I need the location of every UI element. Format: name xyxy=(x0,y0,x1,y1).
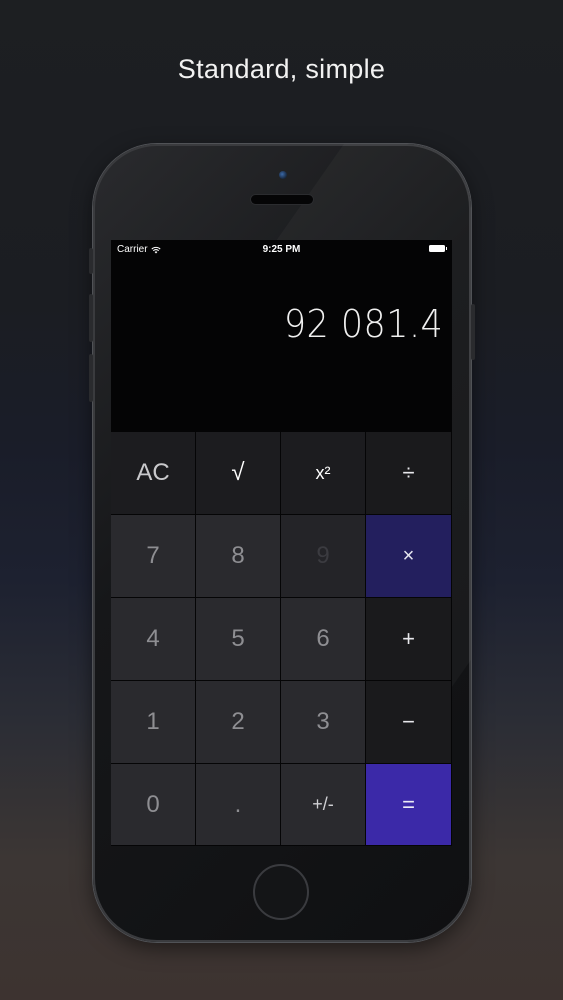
digit-4-button[interactable]: 4 xyxy=(111,598,196,681)
status-bar: Carrier 9:25 PM xyxy=(111,240,452,260)
decimal-button[interactable]: . xyxy=(196,764,281,846)
status-time: 9:25 PM xyxy=(262,244,301,255)
digit-5-button[interactable]: 5 xyxy=(196,598,281,681)
volume-up-button xyxy=(89,294,93,342)
minus-button[interactable]: − xyxy=(366,681,452,764)
result-display: 92 081.4 xyxy=(283,302,443,346)
digit-0-button[interactable]: 0 xyxy=(111,764,196,846)
digit-1-button[interactable]: 1 xyxy=(111,681,196,764)
front-camera xyxy=(279,171,287,179)
equals-button[interactable]: = xyxy=(366,764,452,846)
phone-frame: Carrier 9:25 PM 92 081.4 AC √ x² ÷ 7 8 9… xyxy=(89,144,475,942)
digit-2-button[interactable]: 2 xyxy=(196,681,281,764)
digit-3-button[interactable]: 3 xyxy=(281,681,366,764)
digit-7-button[interactable]: 7 xyxy=(111,515,196,598)
calculator-screen: Carrier 9:25 PM 92 081.4 AC √ x² ÷ 7 8 9… xyxy=(111,240,452,846)
digit-6-button[interactable]: 6 xyxy=(281,598,366,681)
power-button xyxy=(471,304,475,360)
earpiece-speaker xyxy=(251,195,313,204)
sign-toggle-button[interactable]: +/- xyxy=(281,764,366,846)
divide-button[interactable]: ÷ xyxy=(366,432,452,515)
digit-9-button[interactable]: 9 xyxy=(281,515,366,598)
keypad: AC √ x² ÷ 7 8 9 × 4 5 6 + 1 2 3 − 0 . +/… xyxy=(111,432,452,846)
square-button[interactable]: x² xyxy=(281,432,366,515)
mute-switch xyxy=(89,248,93,274)
square-root-button[interactable]: √ xyxy=(196,432,281,515)
volume-down-button xyxy=(89,354,93,402)
clear-button[interactable]: AC xyxy=(111,432,196,515)
headline: Standard, simple xyxy=(177,54,386,84)
battery-icon xyxy=(429,245,447,252)
home-button xyxy=(253,864,309,920)
multiply-button[interactable]: × xyxy=(366,515,452,598)
digit-8-button[interactable]: 8 xyxy=(196,515,281,598)
plus-button[interactable]: + xyxy=(366,598,452,681)
